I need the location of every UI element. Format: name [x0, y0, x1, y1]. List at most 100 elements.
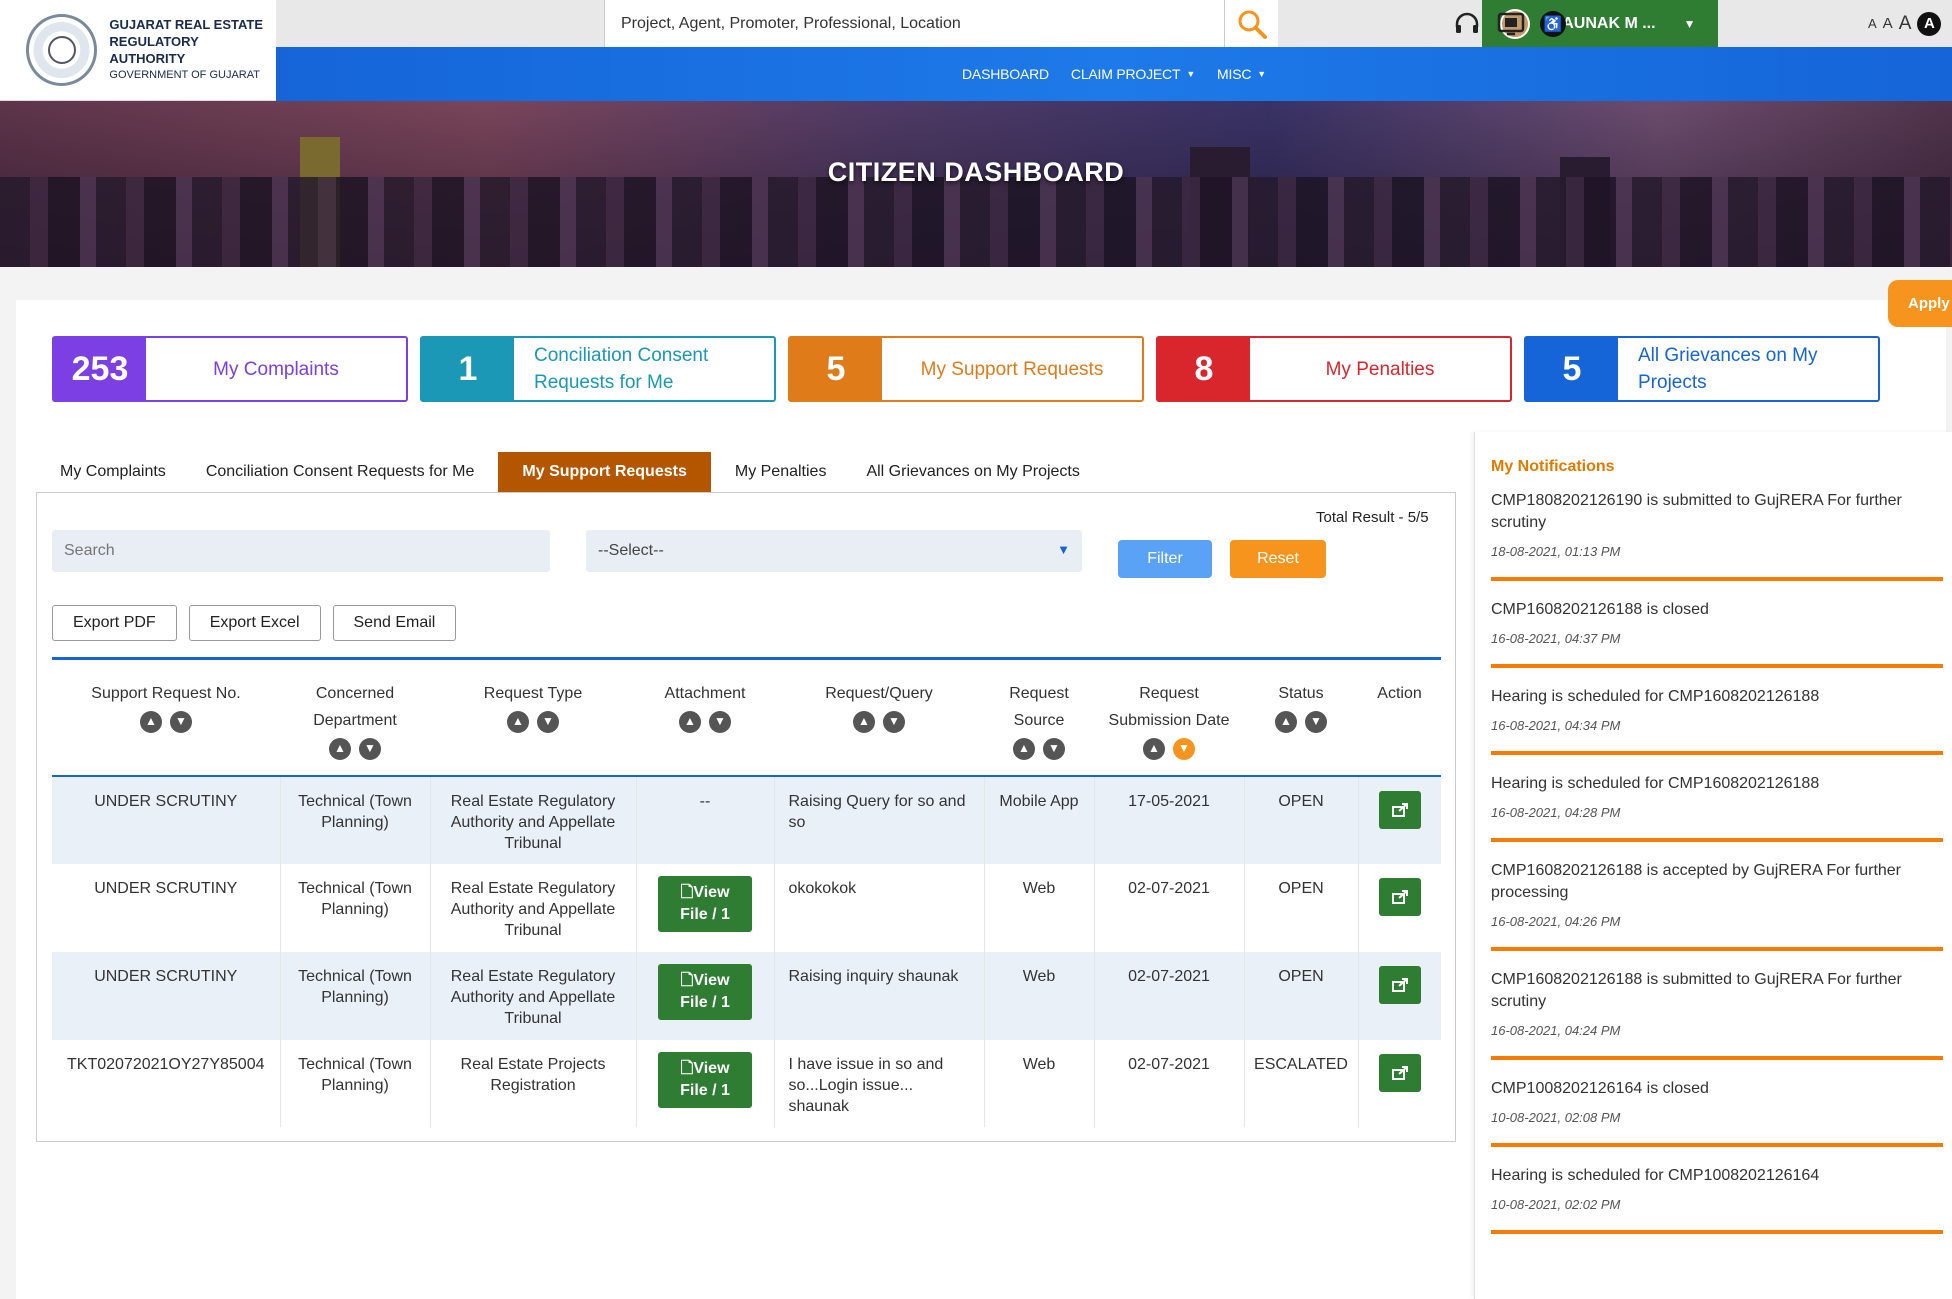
logo-block[interactable]: GUJARAT REAL ESTATE REGULATORY AUTHORITY…: [0, 0, 276, 101]
headset-icon[interactable]: [1452, 10, 1482, 38]
cell-source: Web: [984, 952, 1095, 1040]
sort-up-icon[interactable]: ▲: [140, 710, 162, 733]
file-icon: 🗋: [680, 1060, 694, 1077]
view-file-button[interactable]: 🗋View File / 1: [658, 876, 752, 932]
header-label: Status: [1278, 685, 1324, 702]
search-button[interactable]: [1224, 0, 1278, 47]
cell-action: [1358, 776, 1441, 864]
font-size-large[interactable]: A: [1899, 13, 1912, 35]
stat-card-conciliation[interactable]: 1 Conciliation Consent Requests for Me: [420, 336, 776, 402]
cell-request-no: TKT02072021OY27Y85004: [52, 1040, 281, 1127]
cell-date: 02-07-2021: [1094, 1040, 1245, 1127]
cell-attachment: 🗋View File / 1: [636, 1040, 775, 1127]
cell-action: [1358, 952, 1441, 1040]
open-action-button[interactable]: [1378, 791, 1421, 829]
tab-all-grievances[interactable]: All Grievances on My Projects: [850, 452, 1095, 492]
notifications-panel: My Notifications CMP1808202126190 is sub…: [1474, 432, 1952, 1299]
notification-date: 10-08-2021, 02:02 PM: [1491, 1197, 1621, 1212]
send-email-button[interactable]: Send Email: [332, 605, 457, 641]
sort-down-icon[interactable]: ▼: [1173, 737, 1195, 760]
filter-button[interactable]: Filter: [1118, 540, 1212, 578]
notification-item[interactable]: CMP1008202126164 is closed 10-08-2021, 02…: [1491, 1078, 1943, 1147]
sort-up-icon[interactable]: ▲: [507, 710, 529, 733]
stat-label: My Penalties: [1325, 358, 1435, 380]
reset-button[interactable]: Reset: [1230, 540, 1326, 578]
accessibility-icon[interactable]: ♿: [1540, 10, 1566, 37]
dark-mode-toggle[interactable]: A: [1917, 11, 1942, 36]
table-row: TKT02072021OY27Y85004 Technical (Town Pl…: [52, 1040, 1441, 1127]
font-size-small[interactable]: A: [1868, 16, 1877, 31]
export-pdf-button[interactable]: Export PDF: [52, 605, 177, 641]
font-size-controls: A A A A: [1868, 0, 1942, 47]
notification-item[interactable]: CMP1608202126188 is submitted to GujRERA…: [1491, 969, 1943, 1060]
cell-request-type: Real Estate Regulatory Authority and App…: [430, 952, 637, 1040]
screen-reader-icon[interactable]: [1496, 10, 1526, 38]
filter-select[interactable]: --Select-- ▼: [586, 530, 1082, 572]
sort-up-icon[interactable]: ▲: [853, 710, 875, 733]
open-action-button[interactable]: [1378, 966, 1421, 1004]
notification-item[interactable]: CMP1608202126188 is accepted by GujRERA …: [1491, 860, 1943, 951]
view-file-button[interactable]: 🗋View File / 1: [658, 964, 752, 1020]
sort-up-icon[interactable]: ▲: [679, 710, 701, 733]
apply-button[interactable]: Apply: [1888, 280, 1952, 327]
view-label: View: [693, 884, 730, 901]
cell-status: OPEN: [1244, 864, 1359, 952]
external-link-icon: [1391, 1066, 1408, 1080]
open-action-button[interactable]: [1378, 878, 1421, 916]
notification-item[interactable]: Hearing is scheduled for CMP100820212616…: [1491, 1165, 1943, 1234]
tab-my-penalties[interactable]: My Penalties: [719, 452, 843, 492]
nav-misc[interactable]: MISC ▼: [1217, 66, 1266, 82]
search-input[interactable]: [52, 530, 550, 572]
nav-dashboard[interactable]: DASHBOARD: [962, 66, 1049, 82]
table-row: UNDER SCRUTINY Technical (Town Planning)…: [52, 952, 1441, 1040]
stat-label: My Complaints: [213, 358, 339, 380]
sort-down-icon[interactable]: ▼: [170, 710, 192, 733]
caret-down-icon: ▼: [1057, 542, 1070, 557]
notification-item[interactable]: CMP1808202126190 is submitted to GujRERA…: [1491, 490, 1943, 581]
stat-card-penalties[interactable]: 8 My Penalties: [1156, 336, 1512, 402]
cell-query: okokokok: [774, 864, 985, 952]
file-count: File / 1: [680, 906, 730, 923]
gujrera-seal-logo: [26, 14, 98, 86]
stat-count: 253: [54, 338, 146, 400]
export-excel-button[interactable]: Export Excel: [188, 605, 321, 641]
header-request-type: Request Type ▲ ▼: [430, 659, 636, 777]
sort-up-icon[interactable]: ▲: [329, 737, 351, 760]
sort-up-icon[interactable]: ▲: [1275, 710, 1297, 733]
view-file-button[interactable]: 🗋View File / 1: [658, 1052, 752, 1108]
logo-line-1: GUJARAT REAL ESTATE: [109, 17, 264, 32]
sort-down-icon[interactable]: ▼: [709, 710, 731, 733]
tab-my-support-requests[interactable]: My Support Requests: [498, 452, 711, 492]
cell-action: [1358, 864, 1441, 952]
nav-claim-project-label: CLAIM PROJECT: [1070, 66, 1181, 82]
cell-attachment: 🗋View File / 1: [636, 952, 775, 1040]
utility-icons: ♿: [1452, 0, 1566, 47]
notification-item[interactable]: Hearing is scheduled for CMP160820212618…: [1491, 773, 1943, 842]
sort-down-icon[interactable]: ▼: [1043, 737, 1065, 760]
sort-down-icon[interactable]: ▼: [537, 710, 559, 733]
cell-request-no: UNDER SCRUTINY: [52, 864, 281, 952]
notification-item[interactable]: CMP1608202126188 is closed 16-08-2021, 04…: [1491, 599, 1943, 668]
notification-date: 10-08-2021, 02:08 PM: [1491, 1110, 1621, 1125]
global-search-input[interactable]: Project, Agent, Promoter, Professional, …: [604, 0, 1224, 47]
notification-text: CMP1608202126188 is closed: [1491, 601, 1709, 618]
header-label: Action: [1377, 685, 1422, 702]
stat-card-grievances[interactable]: 5 All Grievances on My Projects: [1524, 336, 1880, 402]
sort-up-icon[interactable]: ▲: [1143, 737, 1165, 760]
tab-conciliation[interactable]: Conciliation Consent Requests for Me: [190, 452, 491, 492]
sort-up-icon[interactable]: ▲: [1013, 737, 1035, 760]
font-size-medium[interactable]: A: [1883, 15, 1893, 32]
sort-down-icon[interactable]: ▼: [883, 710, 905, 733]
notification-text: CMP1608202126188 is accepted by GujRERA …: [1491, 862, 1902, 901]
stat-card-complaints[interactable]: 253 My Complaints: [52, 336, 408, 402]
sort-down-icon[interactable]: ▼: [359, 737, 381, 760]
stat-card-support-requests[interactable]: 5 My Support Requests: [788, 336, 1144, 402]
cell-query: Raising inquiry shaunak: [774, 952, 985, 1040]
nav-claim-project[interactable]: CLAIM PROJECT ▼: [1071, 66, 1195, 82]
open-action-button[interactable]: [1378, 1054, 1421, 1092]
cell-department: Technical (Town Planning): [280, 952, 431, 1040]
sort-down-icon[interactable]: ▼: [1305, 710, 1327, 733]
tab-my-complaints[interactable]: My Complaints: [44, 452, 182, 492]
notification-text: Hearing is scheduled for CMP160820212618…: [1491, 775, 1820, 792]
notification-item[interactable]: Hearing is scheduled for CMP160820212618…: [1491, 686, 1943, 755]
